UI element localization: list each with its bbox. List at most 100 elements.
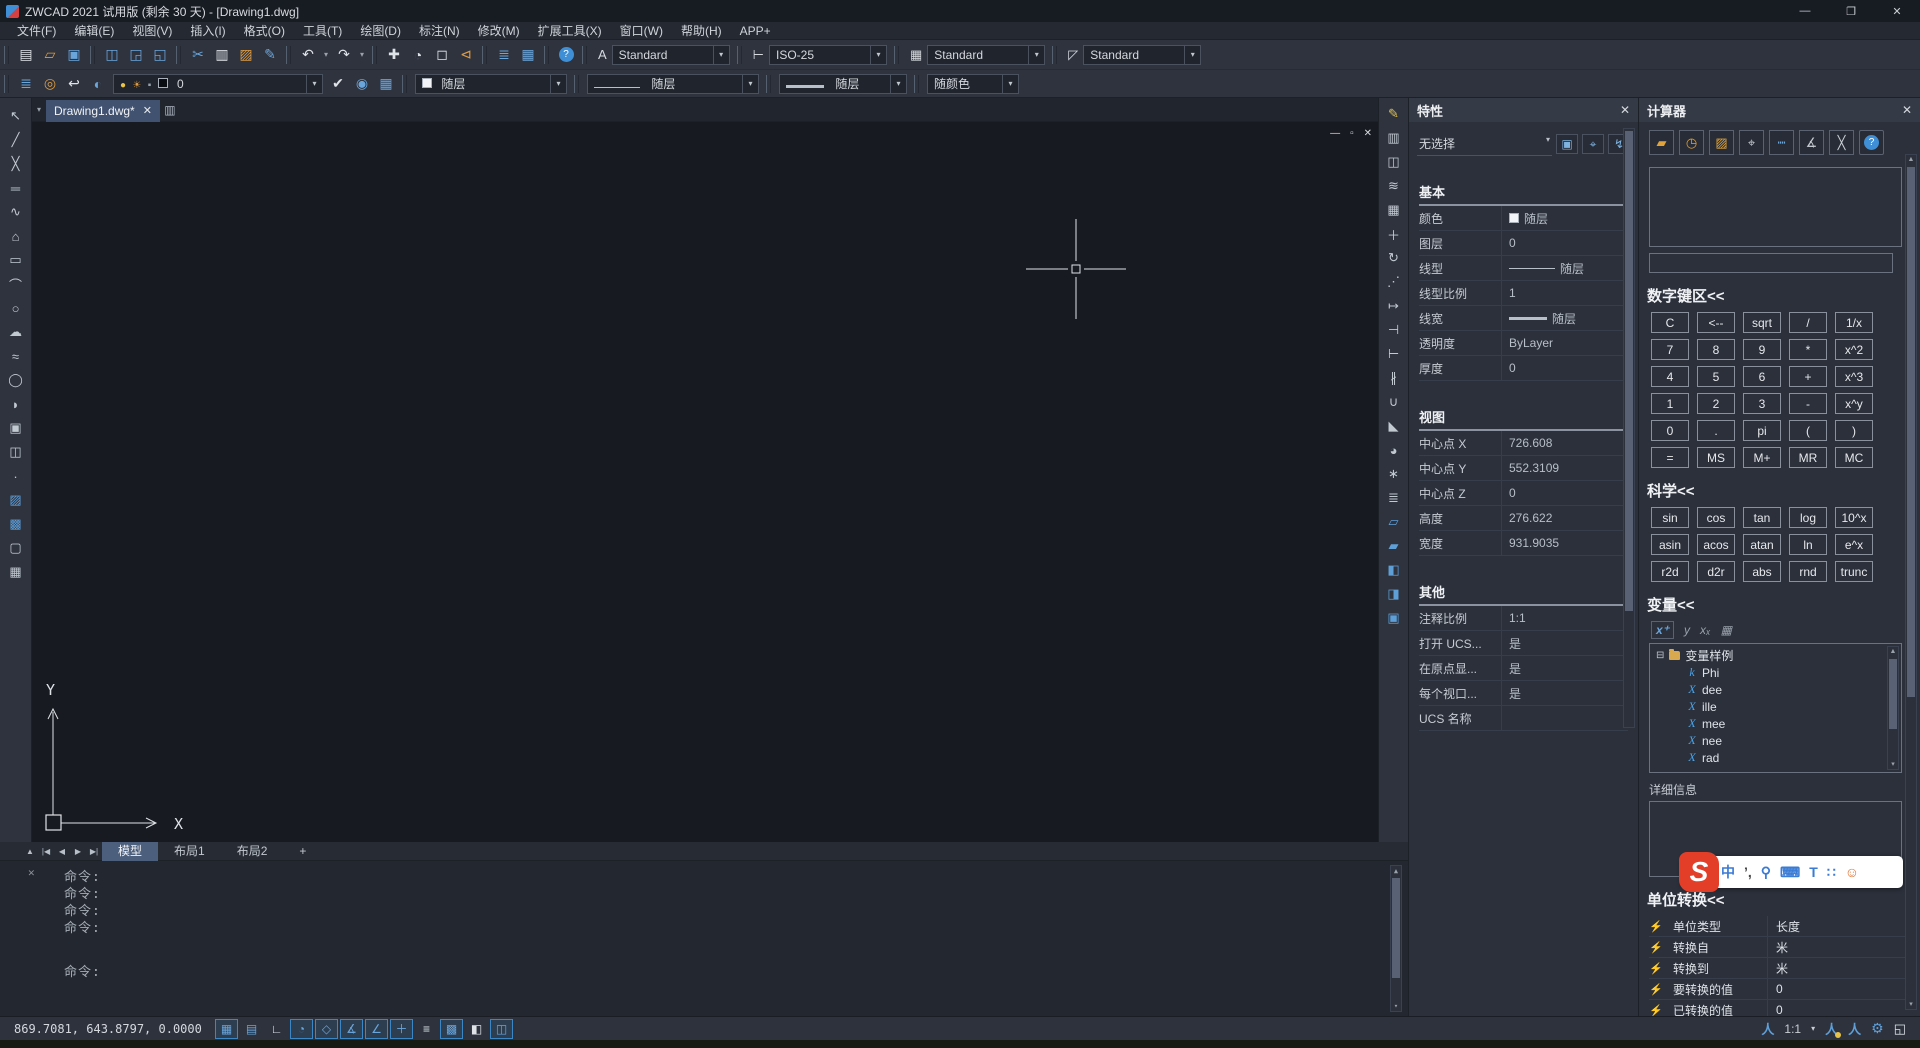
menu-express[interactable]: 扩展工具(X)	[529, 22, 611, 40]
revcloud-tool-icon[interactable]: ☁	[4, 320, 28, 344]
calc-key-abs[interactable]: abs	[1743, 561, 1781, 582]
arc-tool-icon[interactable]: ⌒	[4, 272, 28, 296]
annotation-toggle-icon[interactable]: ◧	[465, 1019, 488, 1039]
scale-tool-icon[interactable]: ⋰	[1382, 270, 1406, 294]
numpad-section-title[interactable]: 数字键区<<	[1647, 285, 1920, 306]
chevron-down-icon[interactable]: ▾	[1811, 1024, 1815, 1033]
trim-tool-icon[interactable]: ⊣	[1382, 318, 1406, 342]
fullscreen-icon[interactable]: ◱	[1894, 1021, 1906, 1037]
calculator-header[interactable]: 计算器 ✕	[1639, 98, 1920, 122]
lineweight-select[interactable]: 随层 ▾	[779, 74, 907, 94]
auto-annotation-icon[interactable]: 人	[1848, 1019, 1861, 1038]
variable-item[interactable]: Xille	[1656, 698, 1901, 715]
collapse-icon[interactable]: ⊟	[1656, 650, 1664, 661]
help-icon[interactable]: ?	[554, 43, 578, 67]
toolbar-grip[interactable]	[574, 75, 579, 93]
prop-value-thickness[interactable]: 0	[1501, 356, 1628, 380]
chevron-down-icon[interactable]: ▾	[550, 75, 566, 93]
linetype-select[interactable]: 随层 ▾	[587, 74, 759, 94]
scientific-section-title[interactable]: 科学<<	[1647, 480, 1920, 501]
prop-value-color[interactable]: 随层	[1501, 206, 1628, 230]
variable-item[interactable]: Xrad	[1656, 749, 1901, 766]
chevron-down-icon[interactable]: ▾	[1028, 46, 1044, 64]
scroll-down-icon[interactable]: ▾	[1906, 1000, 1916, 1008]
ellipse-arc-tool-icon[interactable]: ◗	[4, 392, 28, 416]
prop-value-annoscale[interactable]: 1:1	[1501, 606, 1628, 630]
plot-preview-icon[interactable]: ◲	[124, 43, 148, 67]
prop-value-layer[interactable]: 0	[1501, 231, 1628, 255]
window-close-button[interactable]: ✕	[1874, 0, 1920, 22]
stretch-tool-icon[interactable]: ↦	[1382, 294, 1406, 318]
calculator-grid-icon[interactable]: ▦	[1721, 623, 1732, 637]
menu-format[interactable]: 格式(O)	[235, 22, 294, 40]
coordinates-readout[interactable]: 869.7081, 643.8797, 0.0000	[14, 1022, 214, 1036]
calc-key-dot[interactable]: .	[1697, 420, 1735, 441]
toolbar-grip[interactable]	[766, 75, 771, 93]
calc-key-reciprocal[interactable]: 1/x	[1835, 312, 1873, 333]
prop-value-transparency[interactable]: ByLayer	[1501, 331, 1628, 355]
next-layout-icon[interactable]: ▶	[70, 847, 86, 856]
calc-input[interactable]	[1649, 253, 1893, 273]
menu-file[interactable]: 文件(F)	[8, 22, 65, 40]
calculator-scrollbar[interactable]: ▲ ▾	[1905, 154, 1917, 1010]
prop-value-width[interactable]: 931.9035	[1501, 531, 1628, 555]
ortho-toggle-icon[interactable]: ∟	[265, 1019, 288, 1039]
variables-folder-row[interactable]: ⊟ 变量样例	[1656, 647, 1901, 664]
command-window[interactable]: ✕ 命令: 命令: 命令: 命令: 命令: ▲ ▾	[0, 861, 1408, 1016]
region-tool-icon[interactable]: ▢	[4, 536, 28, 560]
doc-tab-menu-icon[interactable]: ▾	[32, 105, 46, 114]
prop-value-ucs-name[interactable]	[1501, 706, 1628, 730]
calc-key-cube[interactable]: x^3	[1835, 366, 1873, 387]
chevron-down-icon[interactable]: ▾	[713, 46, 729, 64]
new-file-icon[interactable]: ▤	[14, 43, 38, 67]
variable-item[interactable]: kPhi	[1656, 664, 1901, 681]
toolbar-grip[interactable]	[372, 46, 377, 64]
cut-icon[interactable]: ✂	[186, 43, 210, 67]
zoom-previous-icon[interactable]: ⊲	[454, 43, 478, 67]
erase-tool-icon[interactable]: ✎	[1382, 102, 1406, 126]
properties-palette-icon[interactable]: ≣	[492, 43, 516, 67]
variable-item[interactable]: Xdee	[1656, 681, 1901, 698]
rotate-tool-icon[interactable]: ↻	[1382, 246, 1406, 270]
plot-style-select[interactable]: 随颜色 ▾	[927, 74, 1019, 94]
calc-key-multiply[interactable]: *	[1789, 339, 1827, 360]
dim-style-select[interactable]: ISO-25 ▾	[769, 45, 887, 65]
fillet-tool-icon[interactable]: ◕	[1382, 438, 1406, 462]
pick-value-icon[interactable]: ⚡	[1649, 920, 1669, 933]
calc-key-mplus[interactable]: M+	[1743, 447, 1781, 468]
history-icon[interactable]: ◷	[1679, 130, 1704, 155]
canvas-close-button[interactable]: ✕	[1364, 128, 1372, 139]
prop-value-center-x[interactable]: 726.608	[1501, 431, 1628, 455]
prop-value-lineweight[interactable]: 随层	[1501, 306, 1628, 330]
menu-help[interactable]: 帮助(H)	[672, 22, 731, 40]
get-coordinates-icon[interactable]: ⌖	[1739, 130, 1764, 155]
calc-key-log[interactable]: log	[1789, 507, 1827, 528]
prop-value-ucs-origin[interactable]: 是	[1501, 656, 1628, 680]
layer-match-icon[interactable]: ◎	[38, 72, 62, 96]
select-objects-button[interactable]: ⌖	[1582, 134, 1604, 154]
paste-icon[interactable]: ▨	[234, 43, 258, 67]
make-block-tool-icon[interactable]: ◫	[4, 440, 28, 464]
sogou-input-bar[interactable]: S 中 ’, ⚲ ⌨ T ∷ ☺	[1681, 856, 1903, 888]
keyboard-icon[interactable]: ⌨	[1780, 864, 1800, 881]
spline-tool-icon[interactable]: ≈	[4, 344, 28, 368]
calc-key-5[interactable]: 5	[1697, 366, 1735, 387]
properties-toggle-icon[interactable]: ▣	[1382, 606, 1406, 630]
transparency-toggle-icon[interactable]: ▩	[440, 1019, 463, 1039]
calc-key-equals[interactable]: =	[1651, 447, 1689, 468]
toolbar-grip[interactable]	[402, 75, 407, 93]
calc-key-7[interactable]: 7	[1651, 339, 1689, 360]
sogou-logo-icon[interactable]: S	[1679, 852, 1719, 892]
snap-toggle-icon[interactable]: ▦	[215, 1019, 238, 1039]
calc-key-clear[interactable]: C	[1651, 312, 1689, 333]
point-tool-icon[interactable]: ·	[4, 464, 28, 488]
color-select[interactable]: 随层 ▾	[415, 74, 567, 94]
chevron-down-icon[interactable]: ▾	[1184, 46, 1200, 64]
scroll-up-icon[interactable]: ▲	[1906, 156, 1916, 163]
calc-key-divide[interactable]: /	[1789, 312, 1827, 333]
extend-tool-icon[interactable]: ⊢	[1382, 342, 1406, 366]
calc-key-square[interactable]: x^2	[1835, 339, 1873, 360]
toolbar-grip[interactable]	[894, 46, 899, 64]
chinese-mode-icon[interactable]: 中	[1721, 862, 1735, 882]
section-view[interactable]: 视图 ▾	[1419, 407, 1628, 431]
